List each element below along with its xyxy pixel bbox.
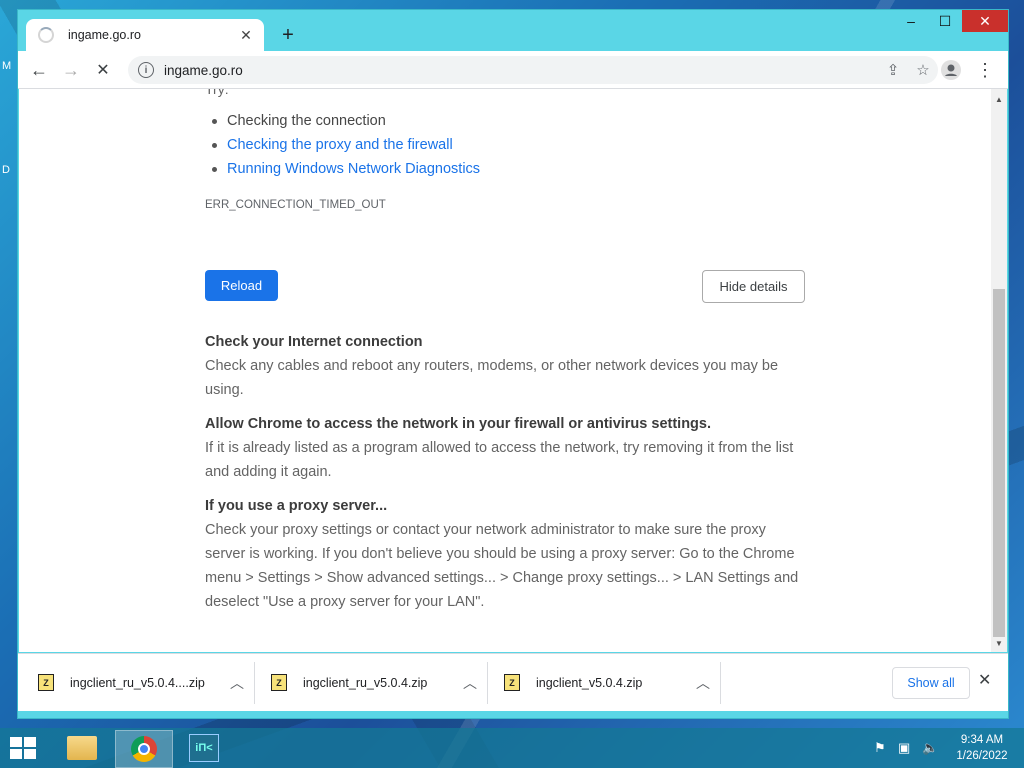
reload-button[interactable]: Reload xyxy=(205,270,278,301)
try-label: Try: xyxy=(205,89,229,97)
download-filename: ingclient_ru_v5.0.4....zip xyxy=(70,675,205,690)
divider xyxy=(720,662,721,704)
browser-window: – ☐ ✕ ingame.go.ro ✕ + ← → ✕ i ingame.go… xyxy=(18,10,1008,718)
vertical-scrollbar[interactable]: ▲ ▼ xyxy=(991,89,1007,652)
downloads-bar: Z ingclient_ru_v5.0.4....zip ︿ Z ingclie… xyxy=(18,653,1008,711)
desktop-icon-label[interactable]: M xyxy=(2,60,11,72)
scroll-up-icon[interactable]: ▲ xyxy=(995,95,1003,104)
taskbar: iП< ⚑ ▣ 🔈 9:34 AM 1/26/2022 xyxy=(0,728,1024,768)
share-icon[interactable]: ⇪ xyxy=(878,61,908,79)
suggestion-link-proxy[interactable]: Checking the proxy and the firewall xyxy=(211,133,480,157)
details-section: Check your Internet connection Check any… xyxy=(205,330,805,402)
scrollbar-thumb[interactable] xyxy=(993,289,1005,637)
chevron-up-icon[interactable]: ︿ xyxy=(230,673,244,693)
section-heading: If you use a proxy server... xyxy=(205,498,388,514)
clock-time: 9:34 AM xyxy=(960,734,1004,746)
chrome-icon[interactable] xyxy=(115,730,173,768)
suggestion-list: Checking the connection Checking the pro… xyxy=(211,109,480,181)
system-clock[interactable]: 9:34 AM 1/26/2022 xyxy=(952,732,1012,764)
window-controls: – ☐ ✕ xyxy=(894,10,1008,34)
volume-icon[interactable]: 🔈 xyxy=(922,740,938,756)
details-section: Allow Chrome to access the network in yo… xyxy=(205,412,805,484)
section-body: Check your proxy settings or contact you… xyxy=(205,522,799,610)
download-item[interactable]: Z ingclient_ru_v5.0.4....zip ︿ xyxy=(38,654,244,711)
zip-file-icon: Z xyxy=(504,674,520,691)
url-text[interactable]: ingame.go.ro xyxy=(164,63,878,78)
show-all-button[interactable]: Show all xyxy=(892,667,970,699)
profile-avatar-icon[interactable] xyxy=(940,59,962,81)
close-window-button[interactable]: ✕ xyxy=(962,10,1008,32)
desktop-icon-label[interactable]: D xyxy=(2,164,10,176)
download-filename: ingclient_ru_v5.0.4.zip xyxy=(303,675,428,690)
section-body: Check any cables and reboot any routers,… xyxy=(205,358,779,398)
chevron-up-icon[interactable]: ︿ xyxy=(463,673,477,693)
clock-date: 1/26/2022 xyxy=(956,750,1008,762)
site-info-icon[interactable]: i xyxy=(138,62,154,78)
zip-file-icon: Z xyxy=(38,674,54,691)
section-heading: Allow Chrome to access the network in yo… xyxy=(205,416,712,432)
download-item[interactable]: Z ingclient_v5.0.4.zip ︿ xyxy=(504,654,710,711)
address-bar[interactable]: i ingame.go.ro ⇪ ☆ xyxy=(128,56,938,84)
divider xyxy=(487,662,488,704)
section-heading: Check your Internet connection xyxy=(205,334,423,350)
download-filename: ingclient_v5.0.4.zip xyxy=(536,675,643,690)
forward-arrow-icon[interactable]: → xyxy=(60,59,82,81)
tab-close-icon[interactable]: ✕ xyxy=(238,27,254,44)
action-center-icon[interactable]: ⚑ xyxy=(874,740,886,756)
page-content: Try: Checking the connection Checking th… xyxy=(19,89,991,652)
download-item[interactable]: Z ingclient_ru_v5.0.4.zip ︿ xyxy=(271,654,477,711)
bookmark-star-icon[interactable]: ☆ xyxy=(908,61,938,79)
scroll-down-icon[interactable]: ▼ xyxy=(995,639,1003,648)
back-arrow-icon[interactable]: ← xyxy=(28,59,50,81)
close-downloads-icon[interactable]: ✕ xyxy=(978,670,991,690)
loading-spinner-icon xyxy=(38,27,54,43)
error-code: ERR_CONNECTION_TIMED_OUT xyxy=(205,199,386,211)
tab-title: ingame.go.ro xyxy=(68,28,141,42)
menu-dots-icon[interactable]: ⋮ xyxy=(974,59,996,81)
browser-tab[interactable]: ingame.go.ro ✕ xyxy=(26,19,264,51)
windows-start-icon[interactable] xyxy=(10,737,38,761)
details-section: If you use a proxy server... Check your … xyxy=(205,494,805,614)
minimize-button[interactable]: – xyxy=(894,10,928,32)
stop-loading-icon[interactable]: ✕ xyxy=(92,59,114,81)
new-tab-button[interactable]: + xyxy=(276,24,300,47)
browser-toolbar: ← → ✕ i ingame.go.ro ⇪ ☆ ⋮ xyxy=(18,51,1008,89)
maximize-button[interactable]: ☐ xyxy=(928,10,962,32)
file-explorer-icon[interactable] xyxy=(54,730,110,766)
suggestion-link-diagnostics[interactable]: Running Windows Network Diagnostics xyxy=(211,157,480,181)
network-icon[interactable]: ▣ xyxy=(898,740,910,756)
ingame-app-icon[interactable]: iП< xyxy=(176,730,232,766)
hide-details-button[interactable]: Hide details xyxy=(702,270,805,303)
zip-file-icon: Z xyxy=(271,674,287,691)
section-body: If it is already listed as a program all… xyxy=(205,440,794,480)
chevron-up-icon[interactable]: ︿ xyxy=(696,673,710,693)
divider xyxy=(254,662,255,704)
suggestion-item: Checking the connection xyxy=(211,109,480,133)
